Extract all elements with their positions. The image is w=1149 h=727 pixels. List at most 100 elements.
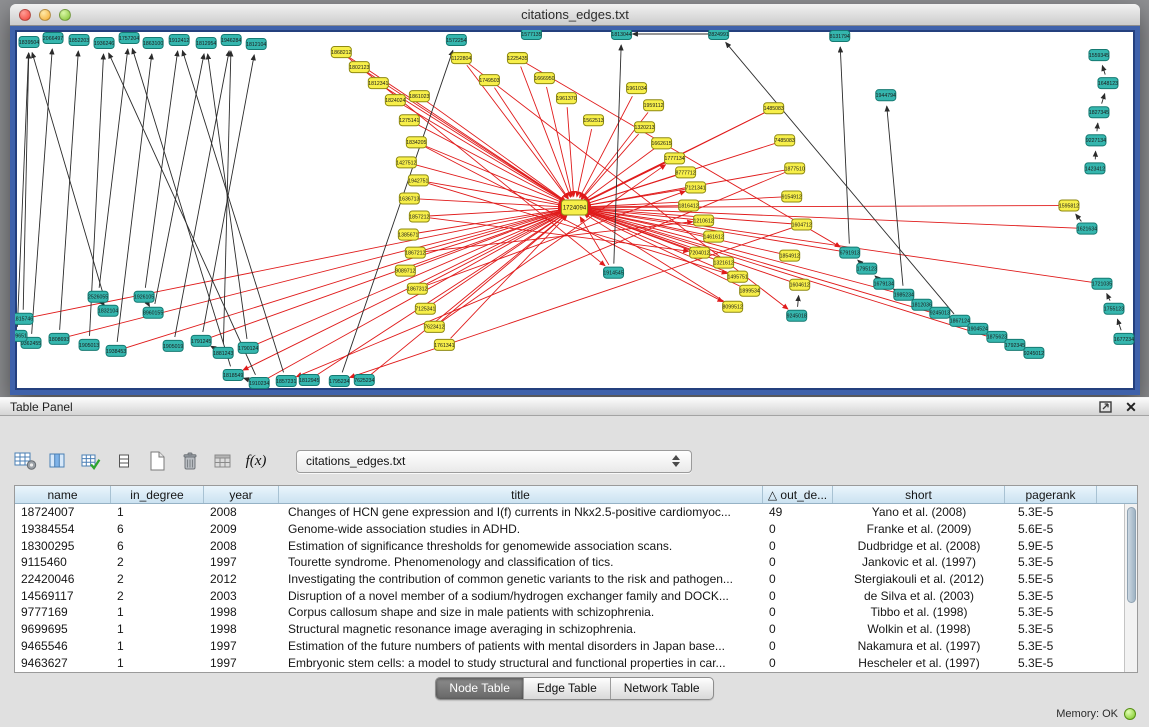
minimize-window-button[interactable] [39, 9, 51, 21]
import-table-icon[interactable] [208, 447, 238, 475]
graph-edge[interactable] [68, 210, 564, 336]
graph-edge[interactable] [1102, 94, 1105, 104]
graph-node-label: 9245018 [787, 314, 807, 320]
cell-short: Franke et al. (2009) [833, 522, 1005, 536]
graph-edge[interactable] [296, 172, 786, 377]
show-columns-icon[interactable] [43, 447, 73, 475]
graph-node-label: 2526055 [88, 295, 108, 301]
graph-edge[interactable] [414, 211, 564, 267]
table-row[interactable]: 1456911722003Disruption of a novel membe… [15, 587, 1124, 604]
close-window-button[interactable] [19, 9, 31, 21]
graph-edge[interactable] [1107, 294, 1110, 301]
close-panel-icon[interactable]: ✕ [1123, 399, 1139, 414]
graph-edge[interactable] [17, 53, 28, 327]
memory-status-label: Memory: OK [1056, 708, 1118, 720]
table-row[interactable]: 1872400712008Changes of HCN gene express… [15, 504, 1124, 521]
table-row[interactable]: 911546021997Tourette syndrome. Phenomeno… [15, 554, 1124, 571]
table-selector-dropdown[interactable]: citations_edges.txt [296, 450, 692, 473]
graph-edge[interactable] [1076, 214, 1082, 221]
table-row[interactable]: 1938455462009Genome-wide association stu… [15, 521, 1124, 538]
network-canvas[interactable]: 1839504206649718522031936246175720418631… [15, 30, 1135, 390]
cell-year: 2008 [204, 539, 279, 553]
graph-edge[interactable] [1102, 66, 1105, 75]
float-panel-icon[interactable] [1098, 399, 1114, 414]
graph-edge[interactable] [726, 42, 954, 313]
graph-node-label: 8099512 [723, 305, 743, 311]
graph-node-label: 1757204 [119, 36, 139, 42]
graph-edge[interactable] [887, 106, 903, 286]
tab-edge-table[interactable]: Edge Table [524, 678, 611, 699]
row-mode-icon[interactable] [109, 447, 139, 475]
graph-edge[interactable] [1117, 319, 1121, 330]
graph-edge[interactable] [182, 51, 283, 373]
graph-edge[interactable] [614, 45, 621, 264]
graph-node-label: 1875623 [987, 335, 1007, 341]
graph-edge[interactable] [858, 260, 860, 262]
column-header-in_degree[interactable]: in_degree [111, 486, 204, 503]
zoom-window-button[interactable] [59, 9, 71, 21]
table-scrollbar[interactable] [1124, 504, 1137, 672]
select-columns-icon[interactable] [76, 447, 106, 475]
graph-edge[interactable] [577, 129, 592, 197]
graph-node-label: 1572254 [446, 38, 466, 44]
cell-year: 2009 [204, 522, 279, 536]
cell-year: 1997 [204, 555, 279, 569]
column-header-title[interactable]: title [279, 486, 763, 503]
graph-edge[interactable] [585, 209, 1093, 282]
column-header-name[interactable]: name [15, 486, 111, 503]
graph-edge[interactable] [367, 72, 565, 201]
column-header-year[interactable]: year [204, 486, 279, 503]
graph-node-label: 1815746 [15, 317, 33, 323]
memory-status-indicator[interactable] [1124, 708, 1136, 720]
graph-edge[interactable] [567, 107, 574, 196]
table-row[interactable]: 2242004622012Investigating the contribut… [15, 571, 1124, 588]
graph-node-label: 1724094 [563, 206, 587, 212]
graph-edge[interactable] [149, 305, 150, 306]
function-builder-icon[interactable]: f(x) [241, 447, 271, 475]
graph-edge[interactable] [875, 276, 877, 278]
graph-node-label: 1824024 [385, 98, 405, 104]
graph-edge[interactable] [175, 51, 229, 337]
graph-edge[interactable] [585, 211, 951, 319]
new-table-icon[interactable] [142, 447, 172, 475]
graph-edge[interactable] [32, 49, 53, 334]
window-titlebar[interactable]: citations_edges.txt [10, 4, 1140, 26]
graph-edge[interactable] [415, 165, 564, 205]
graph-edge[interactable] [60, 51, 79, 330]
cell-name: 19384554 [15, 522, 111, 536]
table-row[interactable]: 977716911998Corpus callosum shape and si… [15, 604, 1124, 621]
graph-edge[interactable] [155, 54, 204, 304]
graph-edge[interactable] [417, 124, 564, 202]
scrollbar-thumb[interactable] [1127, 507, 1136, 603]
delete-table-icon[interactable] [175, 447, 205, 475]
column-header-pagerank[interactable]: pagerank [1005, 486, 1097, 503]
cell-pagerank: 5.3E-5 [1005, 622, 1097, 636]
table-options-icon[interactable] [10, 447, 40, 475]
graph-edge[interactable] [203, 55, 254, 332]
graph-edge[interactable] [798, 296, 799, 307]
cell-out_degree: 0 [763, 539, 833, 553]
table-row[interactable]: 969969511998Structural magnetic resonanc… [15, 621, 1124, 638]
graph-node-label: 1677234 [1114, 337, 1134, 343]
column-header-out_degree[interactable]: △ out_de... [763, 486, 833, 503]
graph-edge[interactable] [243, 112, 766, 370]
graph-edge[interactable] [428, 208, 563, 216]
graph-edge[interactable] [840, 47, 849, 244]
graph-node-label: 1857212 [409, 214, 429, 220]
graph-edge[interactable] [418, 199, 563, 207]
table-row[interactable]: 946554611997Estimation of the future num… [15, 638, 1124, 655]
graph-edge[interactable] [32, 210, 564, 317]
table-row[interactable]: 1830029562008Estimation of significance … [15, 537, 1124, 554]
graph-node-label: 1959112 [644, 103, 664, 109]
table-row[interactable]: 946362711997Embryonic stem cells: a mode… [15, 654, 1124, 671]
cell-name: 18724007 [15, 505, 111, 519]
graph-edge[interactable] [1097, 123, 1098, 131]
table-panel-header[interactable]: Table Panel ✕ [0, 397, 1149, 416]
graph-node-label: 9227134 [1086, 138, 1106, 144]
graph-node-label: 1320213 [634, 125, 654, 131]
column-header-short[interactable]: short [833, 486, 1005, 503]
cell-year: 2012 [204, 572, 279, 586]
tab-node-table[interactable]: Node Table [436, 678, 524, 699]
tab-network-table[interactable]: Network Table [611, 678, 713, 699]
graph-edge[interactable] [23, 53, 29, 310]
